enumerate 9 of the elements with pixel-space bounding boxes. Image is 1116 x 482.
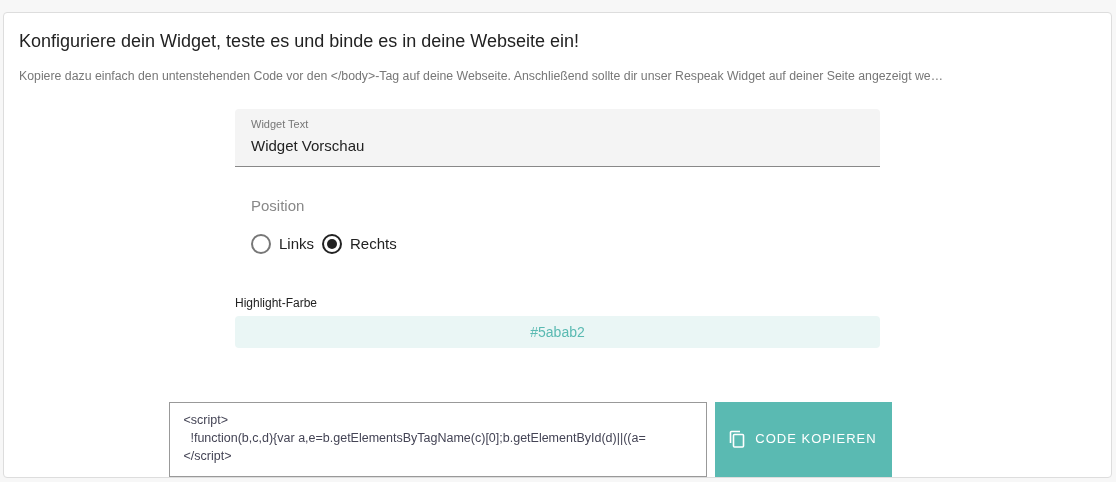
- page-title: Konfiguriere dein Widget, teste es und binde es in deine Webseite ein!: [19, 31, 581, 53]
- position-label: Position: [251, 195, 306, 216]
- radio-option[interactable]: Rechts: [322, 233, 397, 256]
- field-label: Widget Text: [251, 117, 309, 132]
- radio-option[interactable]: Links: [251, 233, 315, 256]
- instructions-text: Kopiere dazu einfach den untenstehenden Code vor den </body>-Tag auf deine Webseite. Anschließend sollte dir unser Respeak Widget auf deiner Seite angezeigt we…: [19, 67, 944, 85]
- code-box[interactable]: <script> !function(b,c,d){var a,e=b.getElementsByTagName(c)[0];b.getElementById(d)||((a= </script>: [168, 401, 707, 477]
- copy-icon: [729, 430, 746, 449]
- highlight-color-label: Highlight-Farbe: [235, 294, 319, 312]
